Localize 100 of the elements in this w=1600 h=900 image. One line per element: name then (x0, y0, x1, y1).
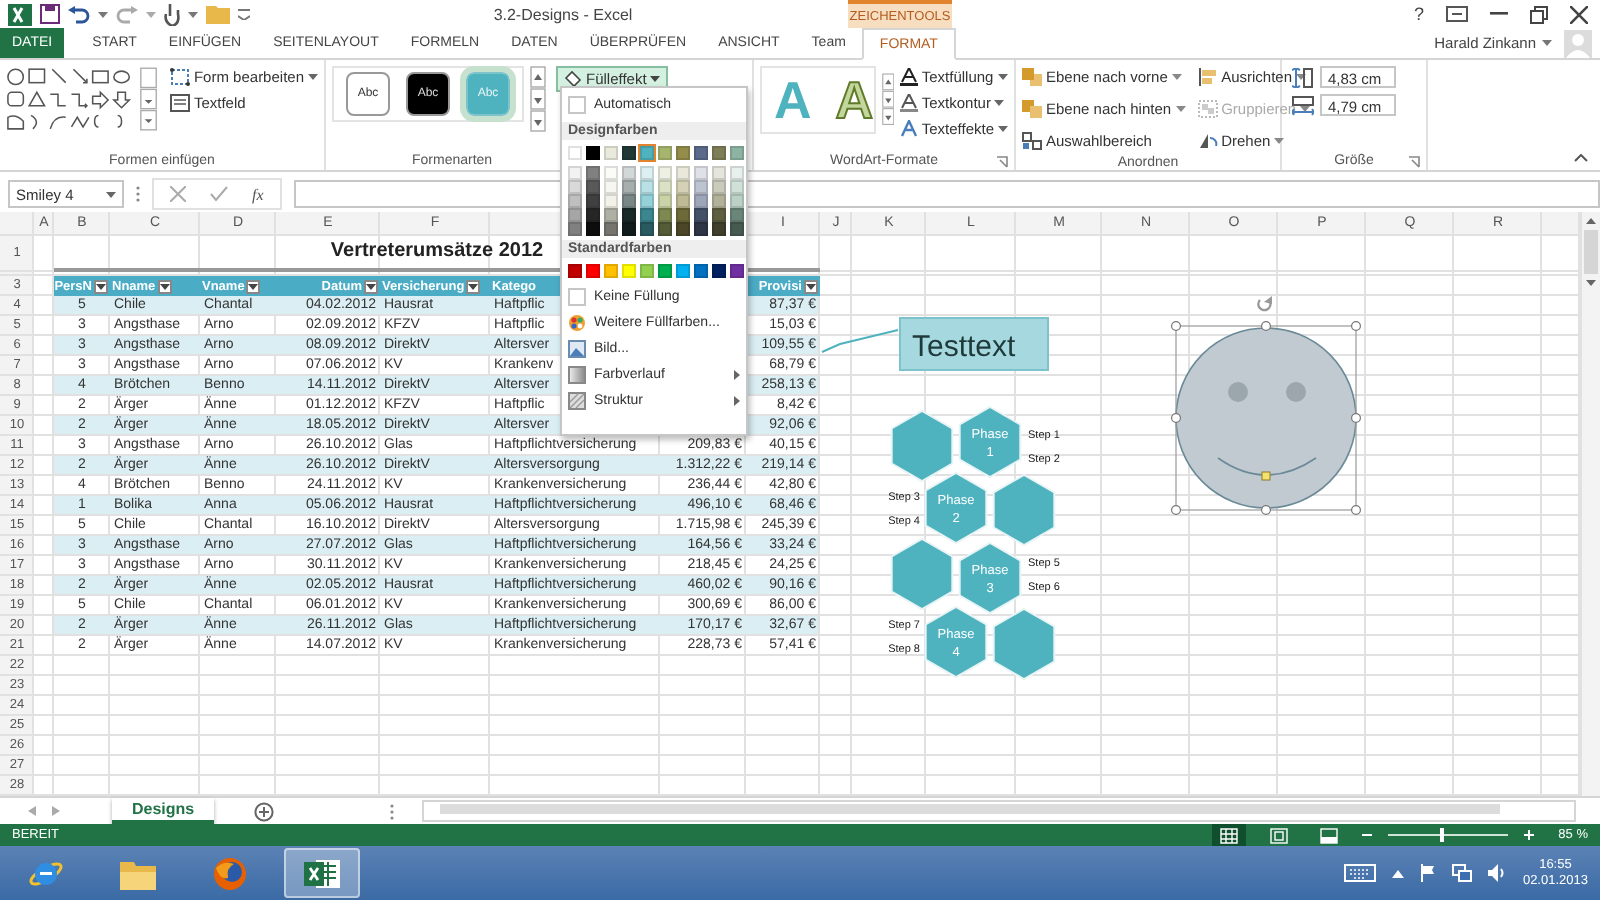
color-swatch[interactable] (622, 208, 636, 222)
color-swatch[interactable] (694, 194, 708, 208)
color-swatch[interactable] (712, 180, 726, 194)
scroll-up-icon[interactable] (1586, 218, 1596, 224)
color-swatch[interactable] (658, 166, 672, 180)
help-button[interactable]: ? (1413, 4, 1424, 24)
color-swatch[interactable] (604, 264, 618, 278)
color-swatch[interactable] (712, 166, 726, 180)
color-swatch[interactable] (676, 194, 690, 208)
color-swatch[interactable] (586, 264, 600, 278)
minimize-icon[interactable] (1490, 12, 1508, 16)
color-swatch[interactable] (730, 146, 744, 160)
hexagon[interactable] (890, 537, 954, 611)
color-swatch[interactable] (730, 166, 744, 180)
color-swatch[interactable] (712, 222, 726, 236)
color-swatch[interactable] (730, 194, 744, 208)
color-swatch[interactable] (604, 194, 618, 208)
color-swatch[interactable] (586, 146, 600, 160)
color-swatch[interactable] (676, 166, 690, 180)
color-swatch[interactable] (712, 146, 726, 160)
color-swatch[interactable] (694, 166, 708, 180)
color-swatch[interactable] (658, 180, 672, 194)
color-swatch[interactable] (712, 264, 726, 278)
color-swatch[interactable] (694, 146, 708, 160)
network-icon[interactable] (1452, 864, 1473, 882)
color-swatch[interactable] (730, 264, 744, 278)
excel-icon[interactable] (8, 3, 32, 25)
view-button[interactable] (1212, 824, 1247, 846)
gallery-scroll-icon[interactable] (530, 66, 546, 134)
color-swatch[interactable] (676, 208, 690, 222)
previous-sheet-icon[interactable] (28, 806, 36, 816)
callout-box[interactable]: Testtext (899, 317, 1049, 371)
zoom-slider-thumb[interactable] (1440, 828, 1445, 842)
color-swatch[interactable] (640, 222, 654, 236)
smiley-drawing[interactable] (1175, 327, 1357, 509)
color-swatch[interactable] (604, 146, 618, 160)
color-swatch[interactable] (622, 180, 636, 194)
color-swatch[interactable] (568, 264, 582, 278)
customize-icon[interactable] (238, 8, 250, 20)
collapse-ribbon-icon[interactable] (1574, 154, 1588, 162)
color-swatch[interactable] (676, 222, 690, 236)
color-swatch[interactable] (676, 264, 690, 278)
color-swatch[interactable] (586, 166, 600, 180)
tray-expand-icon[interactable] (1392, 869, 1405, 877)
color-swatch[interactable] (676, 180, 690, 194)
color-swatch[interactable] (712, 194, 726, 208)
color-swatch[interactable] (658, 208, 672, 222)
undo-icon[interactable] (68, 5, 90, 23)
color-swatch[interactable] (694, 222, 708, 236)
color-swatch[interactable] (640, 208, 654, 222)
color-swatch[interactable] (604, 166, 618, 180)
color-swatch[interactable] (604, 208, 618, 222)
color-swatch[interactable] (694, 208, 708, 222)
insert-function-button[interactable]: fx (252, 185, 264, 203)
color-swatch[interactable] (568, 180, 582, 194)
color-swatch[interactable] (694, 264, 708, 278)
hexagon[interactable] (992, 607, 1056, 681)
hexagon[interactable] (992, 473, 1056, 547)
color-swatch[interactable] (622, 194, 636, 208)
check-icon[interactable] (210, 186, 228, 202)
keyboard-icon[interactable] (1344, 864, 1377, 882)
speaker-icon[interactable] (1488, 864, 1507, 882)
folder-icon[interactable] (206, 4, 230, 24)
color-swatch[interactable] (622, 264, 636, 278)
add-sheet-icon[interactable] (254, 801, 275, 821)
restore-icon[interactable] (1530, 5, 1548, 23)
color-swatch[interactable] (640, 264, 654, 278)
color-swatch[interactable] (694, 180, 708, 194)
color-swatch[interactable] (568, 166, 582, 180)
color-swatch[interactable] (568, 146, 582, 160)
sheet-tab[interactable]: Designs (112, 798, 215, 824)
horizontal-scrollbar[interactable] (422, 800, 1576, 822)
color-swatch[interactable] (676, 146, 690, 160)
color-swatch[interactable] (640, 146, 654, 160)
color-swatch[interactable] (586, 222, 600, 236)
color-swatch[interactable] (622, 222, 636, 236)
selection-frame[interactable] (1171, 296, 1361, 515)
dialog-launcher-icon[interactable] (996, 155, 1008, 167)
color-swatch[interactable] (640, 180, 654, 194)
color-swatch[interactable] (586, 180, 600, 194)
color-swatch[interactable] (622, 166, 636, 180)
hand-icon[interactable] (164, 3, 180, 25)
color-swatch[interactable] (730, 180, 744, 194)
dialog-launcher-icon[interactable] (1408, 155, 1420, 167)
save-icon[interactable] (40, 4, 60, 24)
zoom-out-icon[interactable] (1362, 830, 1373, 840)
scrollbar-thumb[interactable] (1584, 230, 1598, 274)
color-swatch[interactable] (604, 222, 618, 236)
hexagon[interactable] (890, 409, 954, 483)
taskbar-app[interactable] (284, 848, 360, 898)
color-swatch[interactable] (658, 264, 672, 278)
color-swatch[interactable] (568, 194, 582, 208)
color-swatch[interactable] (604, 180, 618, 194)
color-swatch[interactable] (622, 146, 636, 160)
cancel-icon[interactable] (170, 186, 186, 202)
color-swatch[interactable] (586, 194, 600, 208)
next-sheet-icon[interactable] (52, 806, 60, 816)
ribbon-display-icon[interactable] (1446, 6, 1468, 22)
color-swatch[interactable] (658, 194, 672, 208)
color-swatch[interactable] (658, 222, 672, 236)
